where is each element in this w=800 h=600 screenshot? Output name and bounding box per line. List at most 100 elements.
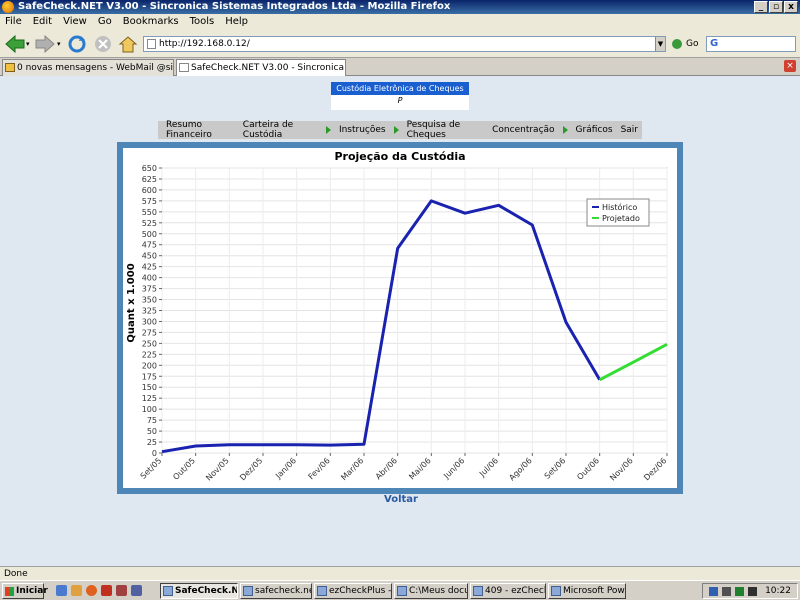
x-tick-label: Out/06 (575, 456, 601, 482)
menu-file[interactable]: File (5, 14, 22, 30)
taskbar-item-ezcheckplus[interactable]: ezCheckPlus - ... (314, 583, 392, 599)
y-tick-label: 400 (142, 274, 157, 283)
menu-go[interactable]: Go (98, 14, 112, 30)
windows-icon (5, 587, 14, 596)
forward-dropdown-icon[interactable]: ▾ (57, 40, 61, 48)
close-button[interactable]: x (784, 1, 798, 13)
app-icon (473, 586, 483, 596)
logo-subtitle: P (397, 96, 403, 105)
firefox-icon (2, 1, 14, 13)
y-tick-label: 650 (142, 164, 157, 173)
legend-label: Histórico (602, 202, 637, 212)
y-tick-label: 100 (142, 405, 157, 414)
menu-instrucoes[interactable]: Instruções (335, 125, 390, 135)
y-tick-label: 200 (142, 361, 157, 370)
menu-sair[interactable]: Sair (617, 125, 642, 135)
go-button[interactable]: Go (672, 36, 698, 52)
quicklaunch-app2-icon[interactable] (116, 585, 127, 596)
line-chart: Projeção da Custódia Quant x 1.000 02550… (126, 150, 668, 483)
tab-label: 0 novas mensagens - WebMail @sincronic..… (17, 63, 173, 73)
start-button[interactable]: Iniciar (2, 583, 48, 599)
menu-graficos[interactable]: Gráficos (572, 125, 617, 135)
chart-panel: Projeção da Custódia Quant x 1.000 0 25 50… (123, 148, 677, 488)
search-input[interactable]: G (706, 36, 796, 52)
y-tick-label: 50 (147, 427, 157, 436)
submenu-arrow-icon (562, 126, 568, 134)
tab-safecheck[interactable]: SafeCheck.NET V3.00 - Sincronica Sis... (176, 59, 346, 76)
x-tick-label: Set/06 (543, 456, 568, 481)
y-tick-label: 75 (147, 416, 157, 425)
y-tick-label: 375 (142, 285, 157, 294)
x-tick-label: Ago/06 (507, 456, 533, 482)
chart-legend: Histórico Projetado (586, 198, 650, 227)
url-dropdown-icon[interactable]: ▼ (655, 37, 665, 51)
taskbar-item-safecheck[interactable]: SafeCheck.NE... (160, 583, 238, 599)
window-title: SafeCheck.NET V3.00 - Sincronica Sistema… (18, 1, 451, 12)
x-tick-label: Fev/06 (307, 456, 332, 481)
y-tick-label: 125 (142, 394, 157, 403)
quicklaunch-app-icon[interactable] (101, 585, 112, 596)
url-input[interactable]: http://192.168.0.12/ (143, 36, 666, 52)
x-tick-label: Mar/06 (339, 456, 365, 482)
quicklaunch-app3-icon[interactable] (131, 585, 142, 596)
menu-concentracao[interactable]: Concentração (488, 125, 558, 135)
maximize-button[interactable]: ▫ (769, 1, 783, 13)
y-tick-label: 300 (142, 317, 157, 326)
page-content: Custódia Eletrônica de Cheques P Resumo … (0, 76, 800, 566)
taskbar-item-powerpoint[interactable]: Microsoft Pow... (548, 583, 626, 599)
tab-label: SafeCheck.NET V3.00 - Sincronica Sis... (191, 63, 345, 73)
menu-edit[interactable]: Edit (33, 14, 52, 30)
stop-icon[interactable] (92, 34, 114, 54)
tray-icon[interactable] (735, 587, 744, 596)
x-tick-label: Set/05 (139, 456, 164, 481)
quicklaunch-firefox-icon[interactable] (86, 585, 97, 596)
taskbar-item-label: C:\Meus docu... (409, 586, 467, 596)
app-menu: Resumo Financeiro Carteira de Custódia I… (158, 120, 642, 140)
forward-icon[interactable] (34, 34, 56, 54)
taskbar-item-label: Microsoft Pow... (563, 586, 626, 596)
app-logo: Custódia Eletrônica de Cheques P (331, 82, 469, 110)
x-tick-label: Jun/06 (441, 456, 466, 481)
y-tick-label: 225 (142, 350, 157, 359)
y-tick-label: 275 (142, 328, 157, 337)
google-icon: G (710, 38, 719, 49)
window-titlebar: SafeCheck.NET V3.00 - Sincronica Sistema… (0, 0, 800, 14)
menu-resumo-financeiro[interactable]: Resumo Financeiro (162, 120, 239, 140)
taskbar-item-409[interactable]: 409 - ezCheck... (470, 583, 546, 599)
menu-help[interactable]: Help (225, 14, 248, 30)
taskbar-item-label: safecheck.net (255, 586, 312, 596)
status-text: Done (4, 569, 28, 579)
menu-bookmarks[interactable]: Bookmarks (123, 14, 179, 30)
taskbar-item-safecheck-net[interactable]: safecheck.net (240, 583, 312, 599)
tray-icon[interactable] (709, 587, 718, 596)
menu-tools[interactable]: Tools (190, 14, 215, 30)
y-tick-label: 525 (142, 219, 157, 228)
quicklaunch-outlook-icon[interactable] (71, 585, 82, 596)
minimize-button[interactable]: _ (754, 1, 768, 13)
y-tick-label: 625 (142, 175, 157, 184)
back-dropdown-icon[interactable]: ▾ (26, 40, 30, 48)
menu-carteira-custodia[interactable]: Carteira de Custódia (239, 120, 322, 140)
x-tick-label: Jan/06 (273, 456, 298, 481)
menu-pesquisa-cheques[interactable]: Pesquisa de Cheques (403, 120, 489, 140)
folder-icon (397, 586, 407, 596)
y-tick-label: 450 (142, 252, 157, 261)
quicklaunch-ie-icon[interactable] (56, 585, 67, 596)
page-icon (147, 39, 156, 49)
menu-view[interactable]: View (63, 14, 87, 30)
x-axis: Set/05 Out/05 Nov/05 Dez/05 Jan/06 Fev/06 Mar/… (139, 453, 668, 483)
home-icon[interactable] (117, 34, 139, 54)
voltar-link[interactable]: Voltar (384, 494, 418, 505)
x-tick-label: Out/05 (171, 456, 197, 482)
taskbar-item-label: SafeCheck.NE... (175, 586, 238, 596)
tray-icon[interactable] (722, 587, 731, 596)
go-icon (672, 39, 682, 49)
tab-webmail[interactable]: 0 novas mensagens - WebMail @sincronic..… (2, 59, 174, 76)
tray-icon[interactable] (748, 587, 757, 596)
taskbar: Iniciar SafeCheck.NE... safecheck.net ez… (0, 580, 800, 600)
reload-icon[interactable] (66, 34, 88, 54)
y-tick-label: 350 (142, 296, 157, 305)
back-icon[interactable] (4, 34, 26, 54)
taskbar-item-folder[interactable]: C:\Meus docu... (394, 583, 468, 599)
close-tab-icon[interactable]: × (784, 60, 796, 72)
